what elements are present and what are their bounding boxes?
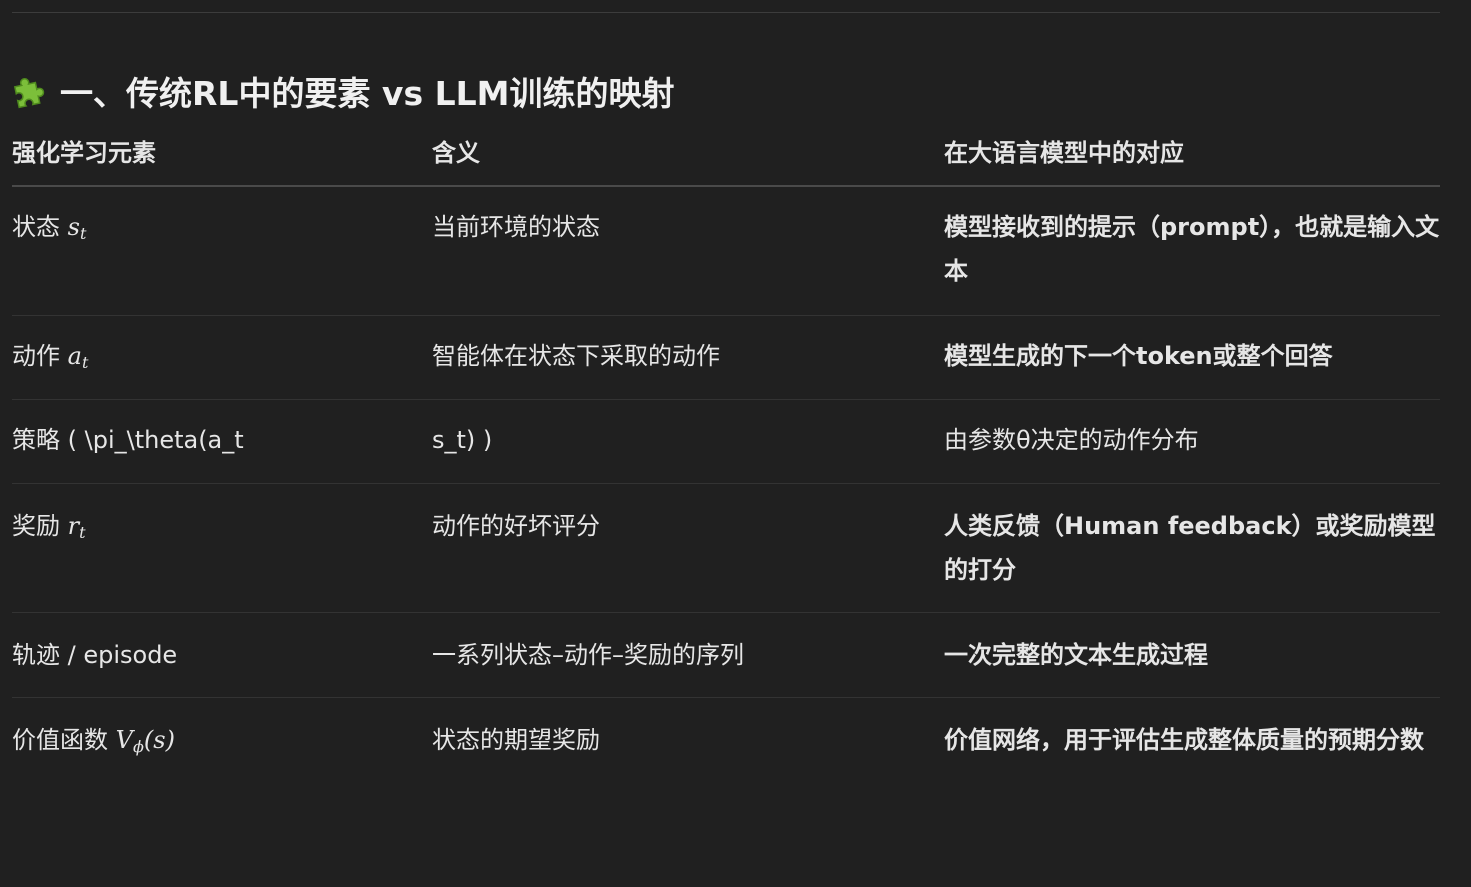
meaning-cell: 动作的好坏评分 [432, 512, 600, 540]
element-cell: 状态 st [12, 205, 422, 256]
element-cell: 策略 ( \pi_\theta(a_t [12, 426, 244, 454]
math-symbol: rt [67, 512, 86, 542]
math-base: V [115, 726, 133, 754]
section-heading: 一、传统RL中的要素 vs LLM训练的映射 [10, 66, 674, 116]
math-sub: t [79, 523, 86, 542]
header-meaning: 含义 [432, 139, 480, 167]
math-base: r [67, 512, 80, 540]
llm-cell: 价值网络，用于评估生成整体质量的预期分数 [944, 726, 1424, 754]
table-row: 动作 at 智能体在状态下采取的动作 模型生成的下一个token或整个回答 [12, 316, 1440, 400]
element-label: 动作 [12, 342, 60, 370]
math-base: a [67, 342, 82, 370]
math-sub: ϕ [132, 737, 144, 756]
header-rl-element: 强化学习元素 [12, 139, 156, 167]
math-sub: t [81, 353, 89, 372]
meaning-cell: 当前环境的状态 [432, 213, 600, 241]
section-heading-text: 一、传统RL中的要素 vs LLM训练的映射 [60, 74, 675, 113]
llm-cell: 人类反馈（Human feedback）或奖励模型的打分 [944, 512, 1436, 584]
puzzle-piece-icon [10, 72, 48, 110]
meaning-cell: 智能体在状态下采取的动作 [432, 342, 720, 370]
meaning-cell: 状态的期望奖励 [432, 726, 600, 754]
math-sub: t [79, 224, 87, 243]
math-symbol: at [67, 342, 89, 372]
math-arg: (s) [143, 726, 175, 754]
meaning-cell: 一系列状态–动作–奖励的序列 [432, 641, 744, 669]
llm-cell: 模型接收到的提示（prompt），也就是输入文本 [944, 213, 1440, 285]
meaning-cell: s_t) ) [432, 426, 493, 454]
element-cell: 价值函数 Vϕ(s) [12, 718, 422, 769]
table-row: 轨迹 / episode 一系列状态–动作–奖励的序列 一次完整的文本生成过程 [12, 613, 1440, 698]
table-row: 价值函数 Vϕ(s) 状态的期望奖励 价值网络，用于评估生成整体质量的预期分数 [12, 698, 1440, 826]
top-divider [12, 12, 1440, 13]
element-cell: 轨迹 / episode [12, 641, 178, 669]
math-symbol: st [67, 213, 87, 243]
table-header-row: 强化学习元素 含义 在大语言模型中的对应 [12, 128, 1440, 187]
llm-cell: 一次完整的文本生成过程 [944, 641, 1208, 669]
header-llm-counterpart: 在大语言模型中的对应 [944, 139, 1184, 167]
rl-llm-mapping-table: 强化学习元素 含义 在大语言模型中的对应 状态 st 当前环境的状态 模型接收到… [12, 128, 1440, 826]
math-base: s [67, 213, 80, 241]
llm-cell: 模型生成的下一个token或整个回答 [944, 342, 1333, 370]
table-row: 策略 ( \pi_\theta(a_t s_t) ) 由参数θ决定的动作分布 [12, 400, 1440, 484]
element-label: 奖励 [12, 512, 60, 540]
table-row: 奖励 rt 动作的好坏评分 人类反馈（Human feedback）或奖励模型的… [12, 484, 1440, 613]
math-symbol: Vϕ(s) [115, 726, 175, 756]
element-cell: 动作 at [12, 334, 422, 385]
element-label: 价值函数 [12, 726, 108, 754]
table-row: 状态 st 当前环境的状态 模型接收到的提示（prompt），也就是输入文本 [12, 187, 1440, 316]
element-cell: 奖励 rt [12, 504, 422, 555]
llm-cell: 由参数θ决定的动作分布 [944, 426, 1199, 454]
element-label: 状态 [12, 213, 60, 241]
